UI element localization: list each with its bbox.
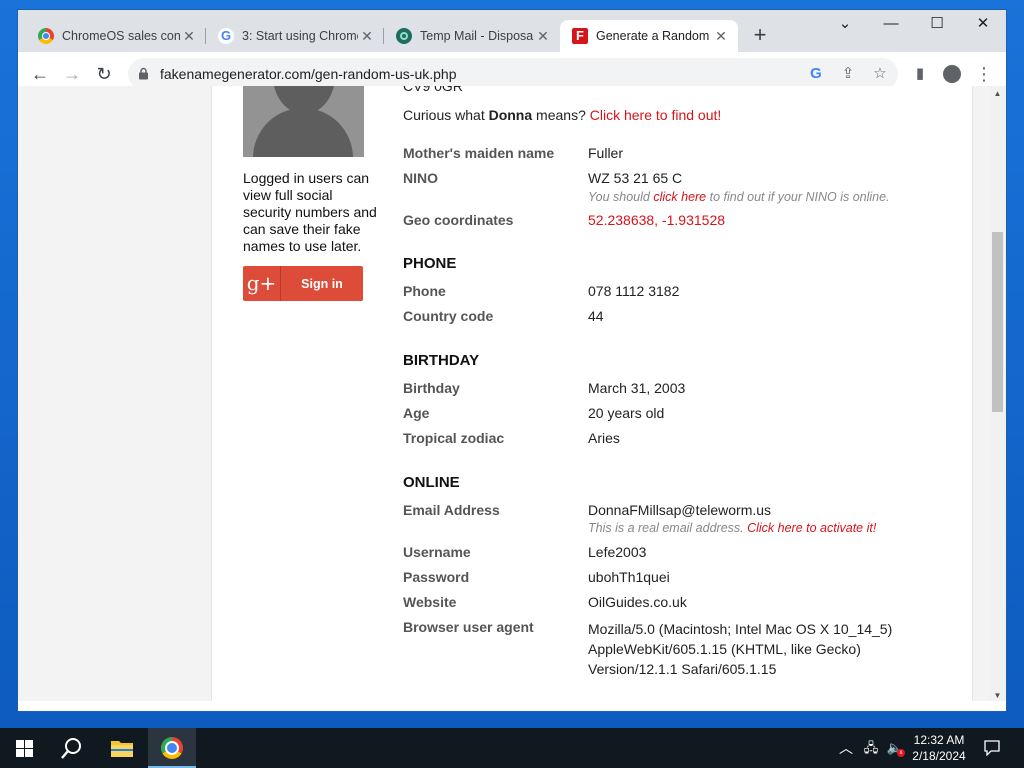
- volume-muted-icon[interactable]: 🔈 x: [884, 728, 906, 768]
- network-icon[interactable]: 🖧: [860, 728, 882, 768]
- search-button[interactable]: [48, 728, 96, 768]
- close-icon[interactable]: ✕: [358, 28, 376, 45]
- name-meaning-line: Curious what Donna means? Click here to …: [403, 107, 722, 123]
- close-icon[interactable]: ✕: [180, 28, 198, 45]
- search-icon: [61, 738, 81, 759]
- field-label: Phone: [403, 283, 446, 299]
- forward-arrow-icon[interactable]: →: [58, 60, 86, 88]
- name-meaning-link[interactable]: Click here to find out!: [590, 107, 722, 123]
- phone-value: 078 1112 3182: [588, 283, 680, 299]
- scroll-up-arrow-icon[interactable]: ▲: [989, 89, 1006, 98]
- reload-icon[interactable]: ↻: [90, 60, 118, 88]
- share-icon[interactable]: ⇪: [838, 64, 858, 84]
- url-text[interactable]: fakenamegenerator.com/gen-random-us-uk.p…: [160, 66, 457, 82]
- nino-value: WZ 53 21 65 C: [588, 170, 683, 186]
- chrome-icon: [38, 28, 54, 44]
- new-tab-button[interactable]: +: [746, 22, 774, 50]
- tempmail-icon: [396, 28, 412, 44]
- tab-search-chevron-icon[interactable]: ⌄: [822, 10, 868, 40]
- windows-logo-icon: [15, 740, 33, 757]
- google-lens-icon[interactable]: G: [806, 64, 826, 84]
- scroll-down-arrow-icon[interactable]: ▼: [989, 691, 1006, 700]
- side-panel-icon[interactable]: ▮: [908, 62, 932, 86]
- field-label: Mother's maiden name: [403, 145, 555, 161]
- profile-avatar-icon[interactable]: [940, 62, 964, 86]
- field-label: Age: [403, 405, 430, 421]
- field-label: Birthday: [403, 380, 460, 396]
- postcode-partial: CV9 0GR: [403, 86, 463, 94]
- geo-coordinates-link[interactable]: 52.238638, -1.931528: [588, 212, 725, 228]
- tab-start-using-chrome[interactable]: G 3: Start using Chrome ✕: [206, 20, 384, 52]
- user-agent-value: Mozilla/5.0 (Macintosh; Intel Mac OS X 1…: [588, 621, 893, 677]
- tab-title: Temp Mail - Disposal: [420, 29, 534, 43]
- website-value: OilGuides.co.uk: [588, 594, 687, 610]
- clock[interactable]: 12:32 AM 2/18/2024: [906, 728, 972, 768]
- nino-check-link[interactable]: click here: [653, 190, 706, 204]
- birthday-value: March 31, 2003: [588, 380, 686, 396]
- more-menu-icon[interactable]: ⋮: [972, 62, 996, 86]
- field-label: Username: [403, 544, 471, 560]
- section-heading-phone: PHONE: [403, 255, 457, 272]
- tab-generate-random-name[interactable]: F Generate a Random N ✕: [560, 20, 738, 52]
- field-label: Country code: [403, 308, 494, 324]
- lock-icon[interactable]: [138, 67, 149, 80]
- notifications-button[interactable]: [978, 728, 1006, 768]
- tab-chromeos-sales[interactable]: ChromeOS sales cont ✕: [26, 20, 206, 52]
- close-icon[interactable]: ✕: [534, 28, 552, 45]
- zodiac-value: Aries: [588, 430, 620, 446]
- tab-title: 3: Start using Chrome: [242, 29, 358, 43]
- email-value: DonnaFMillsap@teleworm.us: [588, 502, 772, 518]
- email-note: This is a real email address. Click here…: [588, 521, 877, 535]
- tab-temp-mail[interactable]: Temp Mail - Disposal ✕: [384, 20, 560, 52]
- field-label: Geo coordinates: [403, 212, 514, 228]
- logged-in-notice: Logged in users can view full social sec…: [243, 170, 377, 254]
- windows-taskbar: ︿ 🖧 🔈 x 12:32 AM 2/18/2024: [0, 728, 1024, 768]
- page-viewport: Logged in users can view full social sec…: [18, 86, 989, 701]
- tab-strip: ChromeOS sales cont ✕ G 3: Start using C…: [18, 10, 1006, 52]
- username-value: Lefe2003: [588, 544, 647, 560]
- signin-label: Sign in: [301, 276, 343, 291]
- google-icon: G: [218, 28, 234, 44]
- field-label: Tropical zodiac: [403, 430, 505, 446]
- bookmark-star-icon[interactable]: ☆: [870, 64, 890, 84]
- chrome-taskbar-button[interactable]: [148, 728, 196, 768]
- notification-icon: [984, 740, 1000, 757]
- start-button[interactable]: [0, 728, 48, 768]
- age-value: 20 years old: [588, 405, 665, 421]
- field-label: NINO: [403, 170, 438, 186]
- chrome-icon: [161, 737, 183, 759]
- google-plus-icon: g+: [243, 266, 281, 301]
- scrollbar-thumb[interactable]: [992, 232, 1003, 412]
- section-heading-birthday: BIRTHDAY: [403, 352, 480, 369]
- show-hidden-icons-chevron-icon[interactable]: ︿: [836, 728, 856, 768]
- page-scrollbar[interactable]: ▲ ▼: [989, 86, 1006, 701]
- field-label: Email Address: [403, 502, 500, 518]
- mothers-maiden-name-value: Fuller: [588, 145, 624, 161]
- clock-time: 12:32 AM: [913, 733, 965, 747]
- activate-email-link[interactable]: Click here to activate it!: [747, 521, 876, 535]
- tab-title: ChromeOS sales cont: [62, 29, 180, 43]
- field-label: Browser user agent: [403, 619, 534, 635]
- tab-title: Generate a Random N: [596, 29, 712, 43]
- fakename-icon: F: [572, 28, 588, 44]
- profile-avatar-image: [243, 86, 364, 157]
- maximize-button[interactable]: ☐: [914, 10, 960, 40]
- close-window-button[interactable]: ✕: [960, 10, 1006, 40]
- section-heading-online: ONLINE: [403, 474, 460, 491]
- back-arrow-icon[interactable]: ←: [26, 60, 54, 88]
- google-plus-signin-button[interactable]: g+ Sign in: [243, 266, 363, 301]
- folder-icon: [111, 741, 133, 757]
- nino-note: You should click here to find out if you…: [588, 190, 890, 204]
- field-label: Website: [403, 594, 457, 610]
- first-name: Donna: [488, 107, 533, 123]
- password-value: ubohTh1quei: [588, 569, 670, 585]
- country-code-value: 44: [588, 308, 604, 324]
- close-icon[interactable]: ✕: [712, 28, 730, 45]
- clock-date: 2/18/2024: [912, 749, 966, 763]
- file-explorer-button[interactable]: [98, 728, 146, 768]
- minimize-button[interactable]: —: [868, 10, 914, 40]
- field-label: Password: [403, 569, 470, 585]
- page-content: Logged in users can view full social sec…: [211, 86, 973, 701]
